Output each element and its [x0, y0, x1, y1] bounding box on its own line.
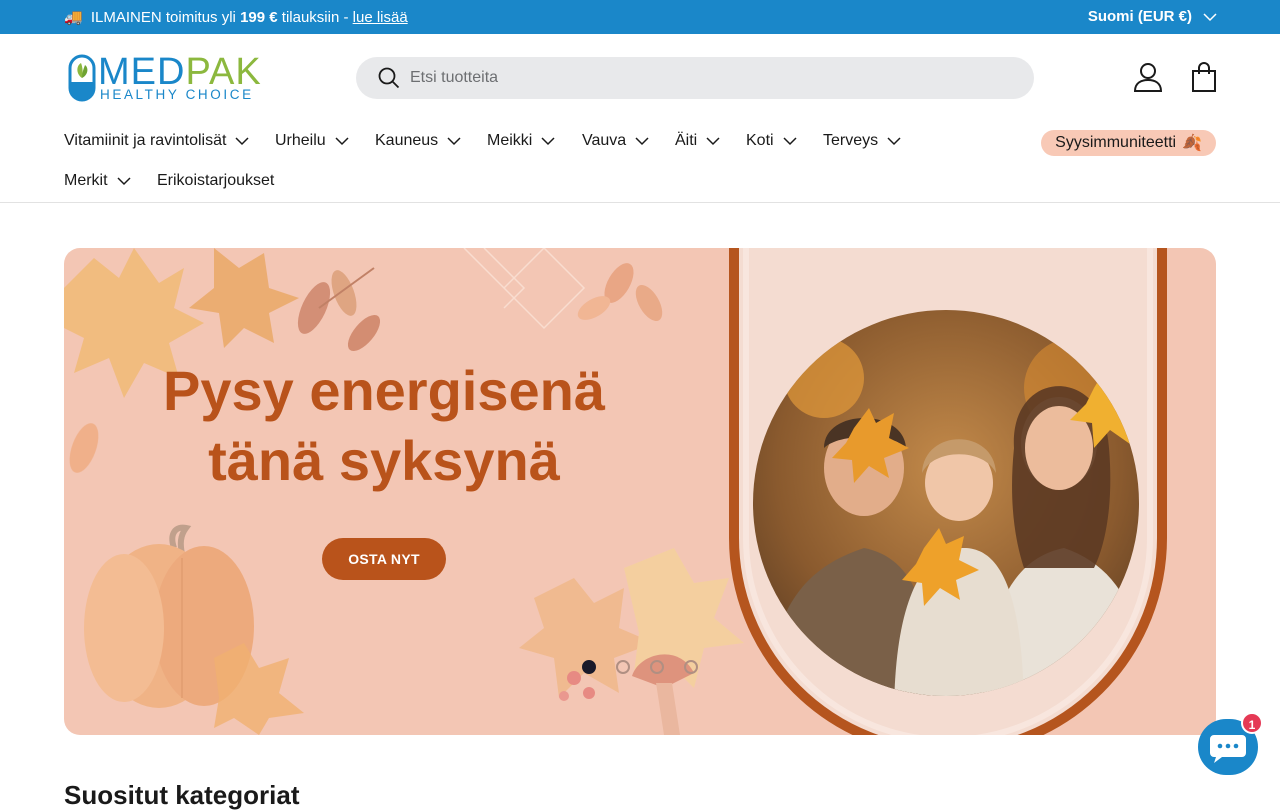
- shipping-prefix: ILMAINEN toimitus yli: [90, 9, 236, 26]
- truck-icon: 🚚: [64, 9, 83, 26]
- shop-now-button[interactable]: OSTA NYT: [322, 538, 446, 580]
- leaf-icon: 🍂: [1182, 135, 1202, 152]
- carousel-dot[interactable]: [650, 660, 664, 674]
- shipping-message: 🚚 ILMAINEN toimitus yli 199 € tilauksiin…: [64, 8, 408, 26]
- nav-item-health[interactable]: Terveys: [823, 132, 902, 150]
- chevron-down-icon: [706, 137, 720, 146]
- chevron-down-icon: [635, 137, 649, 146]
- search-bar[interactable]: [356, 57, 1034, 99]
- carousel-dot[interactable]: [582, 660, 596, 674]
- chevron-down-icon: [447, 137, 461, 146]
- nav-item-sports[interactable]: Urheilu: [275, 132, 350, 150]
- shipping-suffix: tilauksiin -: [281, 9, 349, 26]
- nav-item-home[interactable]: Koti: [746, 132, 798, 150]
- search-input[interactable]: [410, 57, 1010, 99]
- locale-selector[interactable]: Suomi (EUR €): [1088, 8, 1218, 25]
- chevron-down-icon: [235, 137, 249, 146]
- search-icon[interactable]: [378, 67, 400, 89]
- nav-item-baby[interactable]: Vauva: [582, 132, 650, 150]
- chevron-down-icon: [1203, 12, 1217, 21]
- nav-item-mother[interactable]: Äiti: [675, 132, 721, 150]
- brand-tagline: HEALTHY CHOICE: [100, 87, 254, 102]
- chat-notification-badge: 1: [1241, 712, 1263, 734]
- nav-item-vitamins[interactable]: Vitamiinit ja ravintolisät: [64, 132, 250, 150]
- carousel-pagination: [582, 660, 698, 674]
- chevron-down-icon: [783, 137, 797, 146]
- chevron-down-icon: [541, 137, 555, 146]
- header-divider: [0, 202, 1280, 203]
- carousel-dot[interactable]: [616, 660, 630, 674]
- nav-item-special-offers[interactable]: Erikoistarjoukset: [157, 172, 274, 190]
- nav-item-brands[interactable]: Merkit: [64, 172, 132, 190]
- shipping-read-more-link[interactable]: lue lisää: [353, 9, 408, 26]
- hero-title: Pysy energisenä tänä syksynä: [162, 359, 606, 492]
- brand-wordmark: MEDPAK: [98, 51, 262, 93]
- shipping-amount: 199 €: [240, 9, 278, 26]
- capsule-logo-icon: [68, 54, 96, 102]
- site-logo[interactable]: MEDPAK HEALTHY CHOICE: [64, 52, 264, 104]
- hero-banner: Pysy energisenä tänä syksynä OSTA NYT: [64, 248, 1216, 735]
- carousel-dot[interactable]: [684, 660, 698, 674]
- locale-label: Suomi (EUR €): [1087, 8, 1192, 25]
- chevron-down-icon: [887, 137, 901, 146]
- popular-categories-heading: Suositut kategoriat: [64, 780, 300, 810]
- bag-icon[interactable]: [1188, 61, 1220, 93]
- chevron-down-icon: [117, 177, 131, 186]
- account-icon[interactable]: [1132, 61, 1164, 93]
- chevron-down-icon: [335, 137, 349, 146]
- announcement-bar: 🚚 ILMAINEN toimitus yli 199 € tilauksiin…: [0, 0, 1280, 34]
- nav-item-beauty[interactable]: Kauneus: [375, 132, 462, 150]
- nav-item-makeup[interactable]: Meikki: [487, 132, 556, 150]
- chat-button[interactable]: 1: [1198, 712, 1263, 775]
- promo-pill-autumn-immunity[interactable]: Syysimmuniteetti 🍂: [1041, 130, 1216, 156]
